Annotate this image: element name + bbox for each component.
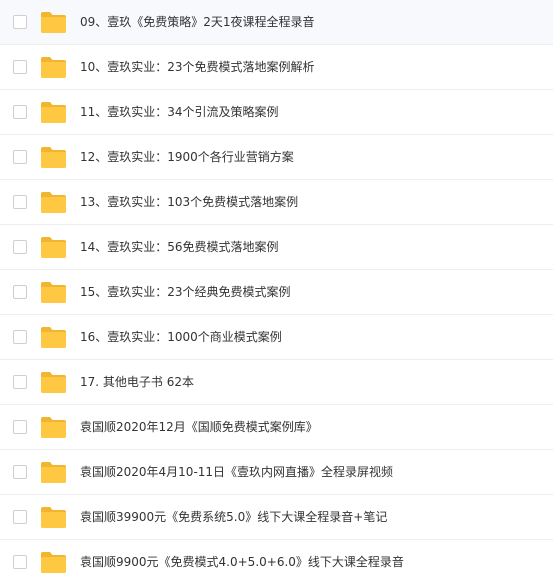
folder-icon	[40, 370, 67, 394]
checkbox[interactable]	[13, 555, 27, 569]
checkbox[interactable]	[13, 285, 27, 299]
list-item[interactable]: 14、壹玖实业：56免费模式落地案例	[0, 225, 553, 270]
file-name[interactable]: 14、壹玖实业：56免费模式落地案例	[80, 225, 279, 270]
list-item[interactable]: 袁国顺9900元《免费模式4.0+5.0+6.0》线下大课全程录音	[0, 540, 553, 583]
file-name[interactable]: 11、壹玖实业：34个引流及策略案例	[80, 90, 279, 135]
file-name[interactable]: 17. 其他电子书 62本	[80, 360, 194, 405]
file-name[interactable]: 13、壹玖实业：103个免费模式落地案例	[80, 180, 298, 225]
checkbox[interactable]	[13, 420, 27, 434]
folder-icon	[40, 10, 67, 34]
folder-icon	[40, 145, 67, 169]
list-item[interactable]: 09、壹玖《免费策略》2天1夜课程全程录音	[0, 0, 553, 45]
folder-icon	[40, 235, 67, 259]
folder-icon	[40, 460, 67, 484]
list-item[interactable]: 袁国顺39900元《免费系统5.0》线下大课全程录音+笔记	[0, 495, 553, 540]
folder-icon	[40, 100, 67, 124]
file-name[interactable]: 袁国顺2020年12月《国顺免费模式案例库》	[80, 405, 318, 450]
list-item[interactable]: 袁国顺2020年4月10-11日《壹玖内网直播》全程录屏视频	[0, 450, 553, 495]
file-name[interactable]: 袁国顺39900元《免费系统5.0》线下大课全程录音+笔记	[80, 495, 387, 540]
checkbox[interactable]	[13, 330, 27, 344]
checkbox[interactable]	[13, 510, 27, 524]
list-item[interactable]: 10、壹玖实业：23个免费模式落地案例解析	[0, 45, 553, 90]
checkbox[interactable]	[13, 375, 27, 389]
checkbox[interactable]	[13, 465, 27, 479]
list-item[interactable]: 12、壹玖实业：1900个各行业营销方案	[0, 135, 553, 180]
folder-icon	[40, 550, 67, 574]
folder-icon	[40, 325, 67, 349]
file-name[interactable]: 15、壹玖实业：23个经典免费模式案例	[80, 270, 291, 315]
file-name[interactable]: 09、壹玖《免费策略》2天1夜课程全程录音	[80, 0, 315, 45]
folder-icon	[40, 55, 67, 79]
file-name[interactable]: 16、壹玖实业：1000个商业模式案例	[80, 315, 282, 360]
list-item[interactable]: 16、壹玖实业：1000个商业模式案例	[0, 315, 553, 360]
folder-icon	[40, 190, 67, 214]
file-list: 09、壹玖《免费策略》2天1夜课程全程录音 10、壹玖实业：23个免费模式落地案…	[0, 0, 553, 583]
list-item[interactable]: 15、壹玖实业：23个经典免费模式案例	[0, 270, 553, 315]
list-item[interactable]: 袁国顺2020年12月《国顺免费模式案例库》	[0, 405, 553, 450]
checkbox[interactable]	[13, 195, 27, 209]
checkbox[interactable]	[13, 60, 27, 74]
file-name[interactable]: 袁国顺9900元《免费模式4.0+5.0+6.0》线下大课全程录音	[80, 540, 404, 583]
checkbox[interactable]	[13, 105, 27, 119]
list-item[interactable]: 17. 其他电子书 62本	[0, 360, 553, 405]
list-item[interactable]: 11、壹玖实业：34个引流及策略案例	[0, 90, 553, 135]
checkbox[interactable]	[13, 150, 27, 164]
folder-icon	[40, 280, 67, 304]
list-item[interactable]: 13、壹玖实业：103个免费模式落地案例	[0, 180, 553, 225]
file-name[interactable]: 10、壹玖实业：23个免费模式落地案例解析	[80, 45, 315, 90]
checkbox[interactable]	[13, 240, 27, 254]
file-name[interactable]: 袁国顺2020年4月10-11日《壹玖内网直播》全程录屏视频	[80, 450, 393, 495]
folder-icon	[40, 505, 67, 529]
file-name[interactable]: 12、壹玖实业：1900个各行业营销方案	[80, 135, 294, 180]
checkbox[interactable]	[13, 15, 27, 29]
folder-icon	[40, 415, 67, 439]
